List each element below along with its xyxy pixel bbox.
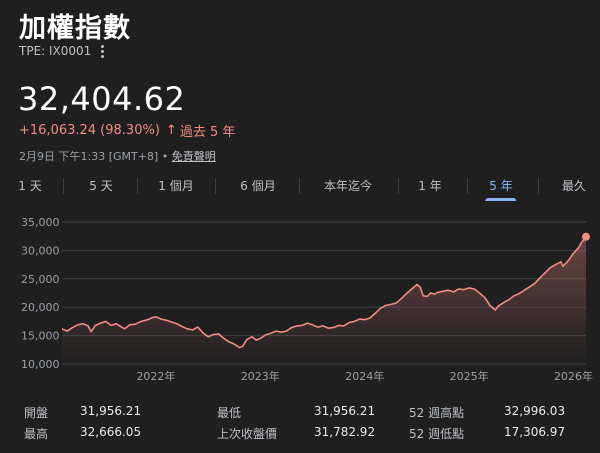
tab-1y[interactable]: 1 年 <box>418 173 441 201</box>
timestamp-row: 2月9日 下午1:33 [GMT+8] • 免責聲明 <box>19 148 216 164</box>
stat-label-high: 最高 <box>24 427 49 441</box>
stat-label-open: 開盤 <box>24 406 49 420</box>
y-tick-label: 25,000 <box>21 273 60 286</box>
stat-label-prev-close: 上次收盤價 <box>217 427 278 441</box>
price-change: +16,063.24 (98.30%) <box>19 123 160 138</box>
change-period: 過去 5 年 <box>179 125 236 140</box>
y-tick-label: 15,000 <box>21 330 60 343</box>
tab-divider <box>398 178 399 194</box>
tab-divider <box>215 178 216 194</box>
tab-5d[interactable]: 5 天 <box>89 173 112 201</box>
x-tick-label: 2023年 <box>241 369 280 383</box>
time-range-tabs: 1 天 5 天 1 個月 6 個月 本年迄今 1 年 5 年 最久 <box>0 173 600 205</box>
disclaimer-link[interactable]: 免責聲明 <box>172 150 216 163</box>
tab-1m[interactable]: 1 個月 <box>158 173 193 201</box>
timestamp: 2月9日 下午1:33 [GMT+8] • <box>19 150 172 163</box>
x-tick-label: 2025年 <box>450 369 489 383</box>
index-title: 加權指數 <box>19 13 131 44</box>
tab-5y[interactable]: 5 年 <box>485 173 518 201</box>
stat-value-high: 32,666.05 <box>80 425 142 439</box>
x-tick-label: 2022年 <box>136 369 175 383</box>
stat-label-52w-high: 52 週高點 <box>409 406 465 420</box>
tab-divider <box>467 178 468 194</box>
stat-value-52w-high: 32,996.03 <box>504 404 566 418</box>
ticker-row: TPE: IX0001 <box>19 44 105 58</box>
stat-value-open: 31,956.21 <box>80 404 142 418</box>
y-tick-label: 30,000 <box>21 244 60 257</box>
current-price: 32,404.62 <box>18 80 186 118</box>
tab-divider <box>63 178 64 194</box>
stat-label-low: 最低 <box>217 406 242 420</box>
tab-ytd[interactable]: 本年迄今 <box>324 173 372 201</box>
tab-1d[interactable]: 1 天 <box>18 173 41 201</box>
tab-max[interactable]: 最久 <box>562 173 586 201</box>
x-axis-labels: 2022年 2023年 2024年 2025年 2026年 <box>136 369 593 383</box>
y-tick-label: 10,000 <box>21 358 60 371</box>
tab-divider <box>538 178 539 194</box>
x-tick-label: 2024年 <box>345 369 384 383</box>
y-axis-labels: 35,000 30,000 25,000 20,000 15,000 10,000 <box>21 216 60 371</box>
ticker-symbol: TPE: IX0001 <box>19 44 92 58</box>
tab-6m[interactable]: 6 個月 <box>240 173 275 201</box>
y-tick-label: 35,000 <box>21 216 60 229</box>
price-chart[interactable]: 35,000 30,000 25,000 20,000 15,000 10,000 202… <box>0 208 600 388</box>
price-change-row: +16,063.24 (98.30%) ↑ 過去 5 年 <box>19 121 235 140</box>
more-vert-icon[interactable] <box>101 44 105 58</box>
latest-price-marker <box>582 232 590 241</box>
tab-divider <box>137 178 138 194</box>
tab-divider <box>299 178 300 194</box>
stat-label-52w-low: 52 週低點 <box>409 427 465 441</box>
stat-value-52w-low: 17,306.97 <box>504 425 566 439</box>
stat-value-low: 31,956.21 <box>314 404 376 418</box>
arrow-up-icon: ↑ <box>165 123 177 138</box>
y-tick-label: 20,000 <box>21 301 60 314</box>
stat-value-prev-close: 31,782.92 <box>314 425 376 439</box>
x-tick-label: 2026年 <box>554 369 593 383</box>
